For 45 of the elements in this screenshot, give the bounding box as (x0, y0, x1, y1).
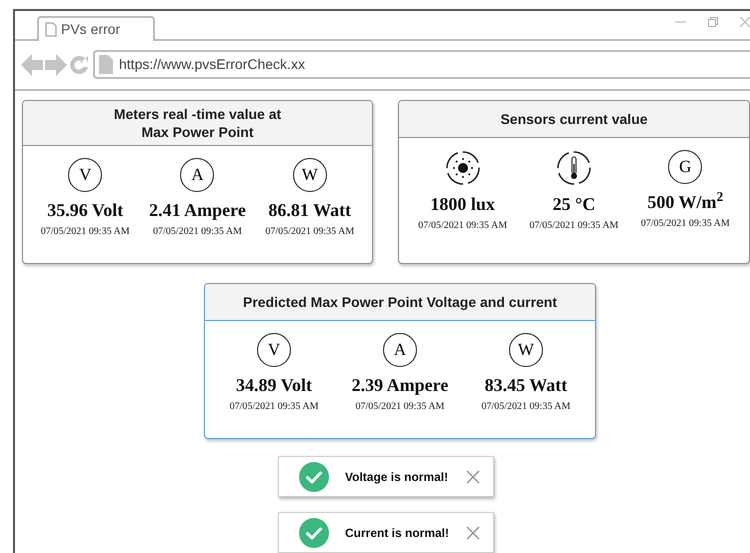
check-circle-icon (299, 518, 329, 548)
check-circle-icon (299, 462, 329, 492)
reading-value: 2.39 Ampere (352, 375, 448, 395)
page-icon (99, 55, 113, 74)
notification-message: Voltage is normal! (345, 468, 448, 486)
thermometer-icon (556, 150, 592, 186)
reading-time: 07/05/2021 09:35 AM (356, 400, 444, 414)
card-title: Sensors current value (500, 110, 648, 128)
reading-time: 07/05/2021 09:35 AM (530, 219, 618, 233)
reading-value: 34.89 Volt (236, 375, 312, 395)
forward-icon[interactable] (45, 52, 67, 78)
sun-icon (444, 150, 481, 186)
reading-value: 86.81 Watt (268, 200, 352, 220)
unit-symbol: G (668, 150, 702, 184)
address-bar[interactable]: https://www.pvsErrorCheck.xx (93, 50, 750, 80)
close-button[interactable] (465, 468, 481, 484)
reading-time: 07/05/2021 09:35 AM (265, 225, 354, 239)
reading-value: 500 W/m$^{2}$ (647, 192, 724, 212)
reading-value: 25 °C (552, 194, 596, 214)
unit-symbol: V (257, 333, 292, 367)
page-icon (45, 22, 57, 37)
reading-value: 1800 lux (430, 194, 495, 214)
reading-value: 35.96 Volt (47, 200, 124, 220)
reading-time: 07/05/2021 09:35 AM (40, 225, 130, 239)
card-title: Meters real -time value at Max Power Point (114, 105, 282, 141)
unit-symbol: W (292, 158, 327, 192)
reading-time: 07/05/2021 09:35 AM (640, 217, 730, 231)
reading-time: 07/05/2021 09:35 AM (230, 400, 318, 414)
unit-symbol: W (508, 333, 543, 367)
restore-icon[interactable] (708, 17, 718, 27)
unit-symbol: A (382, 333, 417, 367)
reading-time: 07/05/2021 09:35 AM (153, 225, 242, 239)
reading-time: 07/05/2021 09:35 AM (418, 219, 508, 233)
back-icon[interactable] (21, 52, 43, 78)
notification-message: Current is normal! (345, 524, 450, 542)
card-title: Predicted Max Power Point Voltage and current (242, 293, 558, 311)
reading-value: 2.41 Ampere (149, 200, 246, 220)
reading-value: 83.45 Watt (484, 375, 568, 395)
unit-symbol: A (180, 158, 214, 192)
unit-symbol: V (68, 158, 102, 192)
reading-time: 07/05/2021 09:35 AM (481, 400, 570, 414)
browser-tab[interactable]: PVs error (37, 16, 155, 41)
close-icon[interactable] (740, 17, 750, 27)
close-button[interactable] (465, 524, 481, 540)
reload-icon[interactable] (69, 54, 91, 76)
